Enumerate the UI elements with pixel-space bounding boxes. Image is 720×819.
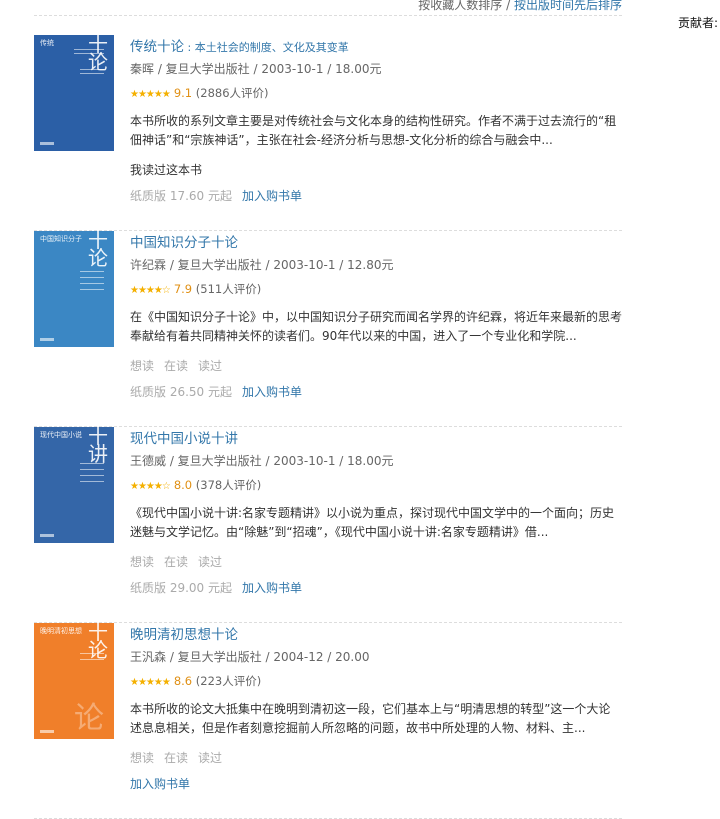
book-item: 现代中国小说 十讲 现代中国小说十讲 王德威 / 复旦大学出版社 / 2003-… bbox=[34, 427, 622, 623]
want-read-button[interactable]: 想读 bbox=[130, 359, 154, 373]
read-button[interactable]: 读过 bbox=[198, 359, 222, 373]
rating-score: 8.0 bbox=[173, 478, 193, 492]
rating-stars: ★★★★★ bbox=[130, 89, 171, 100]
add-to-cart-link[interactable]: 加入购书单 bbox=[242, 189, 302, 203]
book-title[interactable]: 晚明清初思想十论 bbox=[130, 623, 238, 643]
rating-stars: ★★★★☆ bbox=[130, 481, 171, 492]
book-rating: ★★★★★ 8.6 (223人评价) bbox=[130, 673, 261, 689]
book-pub-info: 许纪霖 / 复旦大学出版社 / 2003-10-1 / 12.80元 bbox=[130, 258, 394, 272]
book-title[interactable]: 中国知识分子十论 bbox=[130, 231, 238, 251]
read-status: 我读过这本书 bbox=[130, 163, 203, 177]
top-divider bbox=[34, 15, 622, 16]
add-to-cart-link[interactable]: 加入购书单 bbox=[130, 777, 190, 791]
book-description: 在《中国知识分子十论》中，以中国知识分子研究而闻名学界的许纪霖，将近年来最新的思… bbox=[130, 310, 623, 343]
read-status: 想读 在读 读过 bbox=[130, 553, 232, 570]
cover-title-text: 晚明清初思想 bbox=[40, 627, 82, 635]
rating-stars: ★★★★★ bbox=[130, 677, 171, 688]
rating-count: (2886人评价) bbox=[195, 86, 269, 100]
rating-count: (223人评价) bbox=[195, 674, 262, 688]
book-rating: ★★★★☆ 7.9 (511人评价) bbox=[130, 281, 261, 297]
book-title[interactable]: 现代中国小说十讲 bbox=[130, 427, 238, 447]
want-read-button[interactable]: 想读 bbox=[130, 751, 154, 765]
rating-stars: ★★★★☆ bbox=[130, 285, 171, 296]
sort-options: 按收藏人数排序 / 按出版时间先后排序 bbox=[418, 0, 622, 13]
reading-button[interactable]: 在读 bbox=[164, 555, 188, 569]
book-description: 本书所收的系列文章主要是对传统社会与文化本身的结构性研究。作者不满于过去流行的“… bbox=[130, 114, 617, 147]
add-to-cart-link[interactable]: 加入购书单 bbox=[242, 385, 302, 399]
cover-title-text: 现代中国小说 bbox=[40, 431, 82, 439]
buy-row: 纸质版 17.60 元起 加入购书单 bbox=[130, 187, 302, 204]
book-cover[interactable]: 中国知识分子 十论 bbox=[34, 231, 114, 347]
price-link[interactable]: 纸质版 26.50 元起 bbox=[130, 385, 232, 399]
cover-title-text: 中国知识分子 bbox=[40, 235, 82, 243]
book-rating: ★★★★☆ 8.0 (378人评价) bbox=[130, 477, 261, 493]
book-pub-info: 王汎森 / 复旦大学出版社 / 2004-12 / 20.00 bbox=[130, 650, 370, 664]
book-item: 晚明清初思想 十论 论 晚明清初思想十论 王汎森 / 复旦大学出版社 / 200… bbox=[34, 623, 622, 819]
book-pub-info: 王德威 / 复旦大学出版社 / 2003-10-1 / 18.00元 bbox=[130, 454, 394, 468]
book-subtitle: : 本土社会的制度、文化及其变革 bbox=[184, 41, 349, 54]
cover-watermark-glyph: 论 bbox=[74, 701, 104, 736]
buy-row: 纸质版 29.00 元起 加入购书单 bbox=[130, 579, 302, 596]
cover-title-text: 传统 bbox=[40, 39, 54, 47]
book-rating: ★★★★★ 9.1 (2886人评价) bbox=[130, 85, 269, 101]
book-cover[interactable]: 现代中国小说 十讲 bbox=[34, 427, 114, 543]
want-read-button[interactable]: 想读 bbox=[130, 555, 154, 569]
book-description: 本书所收的论文大抵集中在晚明到清初这一段，它们基本上与“明清思想的转型”这一个大… bbox=[130, 702, 611, 735]
cover-glyph: 十讲 bbox=[88, 427, 108, 466]
read-status: 想读 在读 读过 bbox=[130, 357, 232, 374]
sort-by-date-link[interactable]: 按出版时间先后排序 bbox=[514, 0, 622, 12]
book-title[interactable]: 传统十论 : 本土社会的制度、文化及其变革 bbox=[130, 35, 349, 55]
price-link[interactable]: 纸质版 17.60 元起 bbox=[130, 189, 232, 203]
add-to-cart-link[interactable]: 加入购书单 bbox=[242, 581, 302, 595]
rating-score: 8.6 bbox=[173, 674, 193, 688]
book-cover[interactable]: 传统 十论 bbox=[34, 35, 114, 151]
book-pub-info: 秦晖 / 复旦大学出版社 / 2003-10-1 / 18.00元 bbox=[130, 62, 382, 76]
book-item: 传统 十论 传统十论 : 本土社会的制度、文化及其变革 秦晖 / 复旦大学出版社… bbox=[34, 35, 622, 231]
read-button[interactable]: 读过 bbox=[198, 555, 222, 569]
rating-count: (511人评价) bbox=[195, 282, 262, 296]
buy-row: 加入购书单 bbox=[130, 775, 190, 792]
book-cover[interactable]: 晚明清初思想 十论 论 bbox=[34, 623, 114, 739]
rating-count: (378人评价) bbox=[195, 478, 262, 492]
reading-button[interactable]: 在读 bbox=[164, 751, 188, 765]
price-link[interactable]: 纸质版 29.00 元起 bbox=[130, 581, 232, 595]
read-button[interactable]: 读过 bbox=[198, 751, 222, 765]
sort-by-collections[interactable]: 按收藏人数排序 / bbox=[418, 0, 514, 12]
read-status: 想读 在读 读过 bbox=[130, 749, 232, 766]
book-item: 中国知识分子 十论 中国知识分子十论 许纪霖 / 复旦大学出版社 / 2003-… bbox=[34, 231, 622, 427]
rating-score: 9.1 bbox=[173, 86, 193, 100]
buy-row: 纸质版 26.50 元起 加入购书单 bbox=[130, 383, 302, 400]
book-description: 《现代中国小说十讲:名家专题精讲》以小说为重点，探讨现代中国文学中的一个面向；历… bbox=[130, 506, 615, 539]
cover-glyph: 十论 bbox=[88, 231, 108, 270]
rating-score: 7.9 bbox=[173, 282, 193, 296]
reading-button[interactable]: 在读 bbox=[164, 359, 188, 373]
contributor-label: 贡献者: 3 bbox=[678, 16, 720, 30]
